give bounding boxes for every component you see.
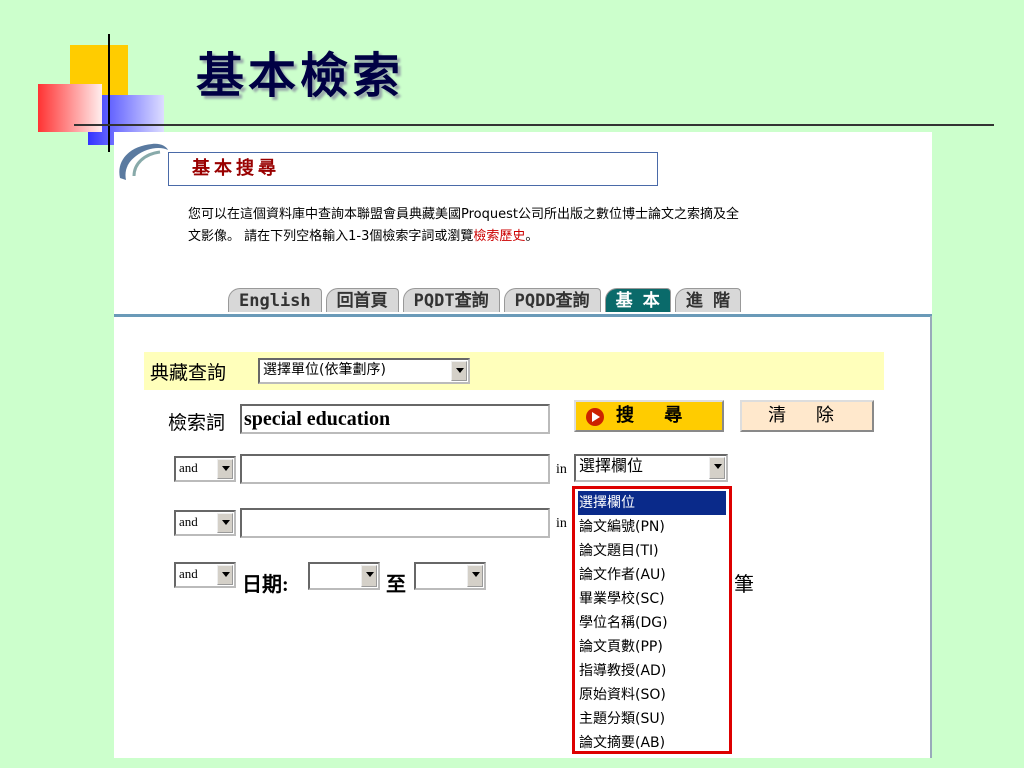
tab-pqdd[interactable]: PQDD查詢: [503, 288, 601, 312]
slide-title: 基本檢索: [196, 48, 405, 104]
chevron-down-icon: [217, 459, 233, 479]
date-from-select[interactable]: [308, 562, 380, 590]
description: 您可以在這個資料庫中查詢本聯盟會員典藏美國Proquest公司所出版之數位博士論…: [188, 204, 932, 248]
keyword-label: 檢索詞: [168, 412, 226, 434]
dropdown-option[interactable]: 學位名稱(DG): [578, 611, 726, 635]
chevron-down-icon: [467, 565, 483, 587]
section-title: 基本搜尋: [192, 158, 280, 179]
operator-select-2-value: and: [179, 514, 198, 529]
tab-english[interactable]: English: [228, 288, 322, 312]
dropdown-option[interactable]: 論文作者(AU): [578, 563, 726, 587]
collection-row: [144, 352, 884, 390]
deco-horizontal-line: [74, 124, 994, 126]
chevron-down-icon: [217, 565, 233, 585]
date-to-select[interactable]: [414, 562, 486, 590]
date-label: 日期:: [242, 574, 289, 596]
keyword-input[interactable]: special education: [240, 404, 550, 434]
search-button-label: 搜 尋: [616, 405, 695, 426]
collection-label: 典藏查詢: [150, 362, 227, 384]
play-icon: [586, 408, 604, 426]
dropdown-option[interactable]: 原始資料(SO): [578, 683, 726, 707]
chevron-down-icon: [451, 361, 467, 381]
field-dropdown-list: 選擇欄位 論文編號(PN) 論文題目(TI) 論文作者(AU) 畢業學校(SC)…: [572, 486, 732, 754]
tab-basic[interactable]: 基 本: [604, 288, 671, 312]
description-prefix: 文影像。 請在下列空格輸入1-3個檢索字詞或瀏覽: [188, 229, 474, 244]
tab-bar: English 回首頁 PQDT查詢 PQDD查詢 基 本 進 階: [228, 288, 745, 312]
operator-select-3[interactable]: and: [174, 562, 236, 588]
screenshot-panel: 基本搜尋 您可以在這個資料庫中查詢本聯盟會員典藏美國Proquest公司所出版之…: [114, 132, 932, 758]
deco-vertical-line: [108, 34, 110, 152]
description-suffix: 。: [525, 229, 539, 244]
chevron-down-icon: [709, 457, 725, 479]
dropdown-option[interactable]: 論文編號(PN): [578, 515, 726, 539]
description-line-1: 您可以在這個資料庫中查詢本聯盟會員典藏美國Proquest公司所出版之數位博士論…: [188, 207, 739, 222]
dropdown-option[interactable]: 論文題目(TI): [578, 539, 726, 563]
search-button[interactable]: 搜 尋: [574, 400, 724, 432]
dropdown-option[interactable]: 畢業學校(SC): [578, 587, 726, 611]
keyword-input-value: special education: [244, 408, 391, 430]
collection-select-value: 選擇單位(依筆劃序): [263, 362, 386, 378]
in-label-1: in: [556, 462, 567, 477]
history-link[interactable]: 檢索歷史: [473, 229, 525, 244]
field-select-1-value: 選擇欄位: [579, 456, 644, 475]
panel-right-edge: [930, 316, 932, 758]
swoosh-logo-icon: [119, 143, 168, 180]
dropdown-option[interactable]: 論文頁數(PP): [578, 635, 726, 659]
in-label-2: in: [556, 516, 567, 531]
partial-text: 筆: [734, 574, 754, 596]
collection-select[interactable]: 選擇單位(依筆劃序): [258, 358, 470, 384]
operator-select-2[interactable]: and: [174, 510, 236, 536]
dropdown-option[interactable]: 指導教授(AD): [578, 659, 726, 683]
description-line-2: 文影像。 請在下列空格輸入1-3個檢索字詞或瀏覽檢索歷史。: [188, 226, 932, 248]
field-select-1[interactable]: 選擇欄位: [574, 454, 728, 482]
dropdown-option[interactable]: 論文摘要(AB): [578, 731, 726, 755]
operator-select-1[interactable]: and: [174, 456, 236, 482]
dropdown-option[interactable]: 主題分類(SU): [578, 707, 726, 731]
tab-pqdt[interactable]: PQDT查詢: [402, 288, 500, 312]
date-to-label: 至: [386, 574, 406, 596]
operator-select-3-value: and: [179, 566, 198, 581]
dropdown-option[interactable]: 選擇欄位: [578, 491, 726, 515]
clear-button[interactable]: 清 除: [740, 400, 874, 432]
tab-underline: [114, 314, 932, 317]
chevron-down-icon: [217, 513, 233, 533]
term-input-1[interactable]: [240, 454, 550, 484]
chevron-down-icon: [361, 565, 377, 587]
operator-select-1-value: and: [179, 460, 198, 475]
tab-home[interactable]: 回首頁: [325, 288, 399, 312]
tab-advanced[interactable]: 進 階: [674, 288, 742, 312]
term-input-2[interactable]: [240, 508, 550, 538]
